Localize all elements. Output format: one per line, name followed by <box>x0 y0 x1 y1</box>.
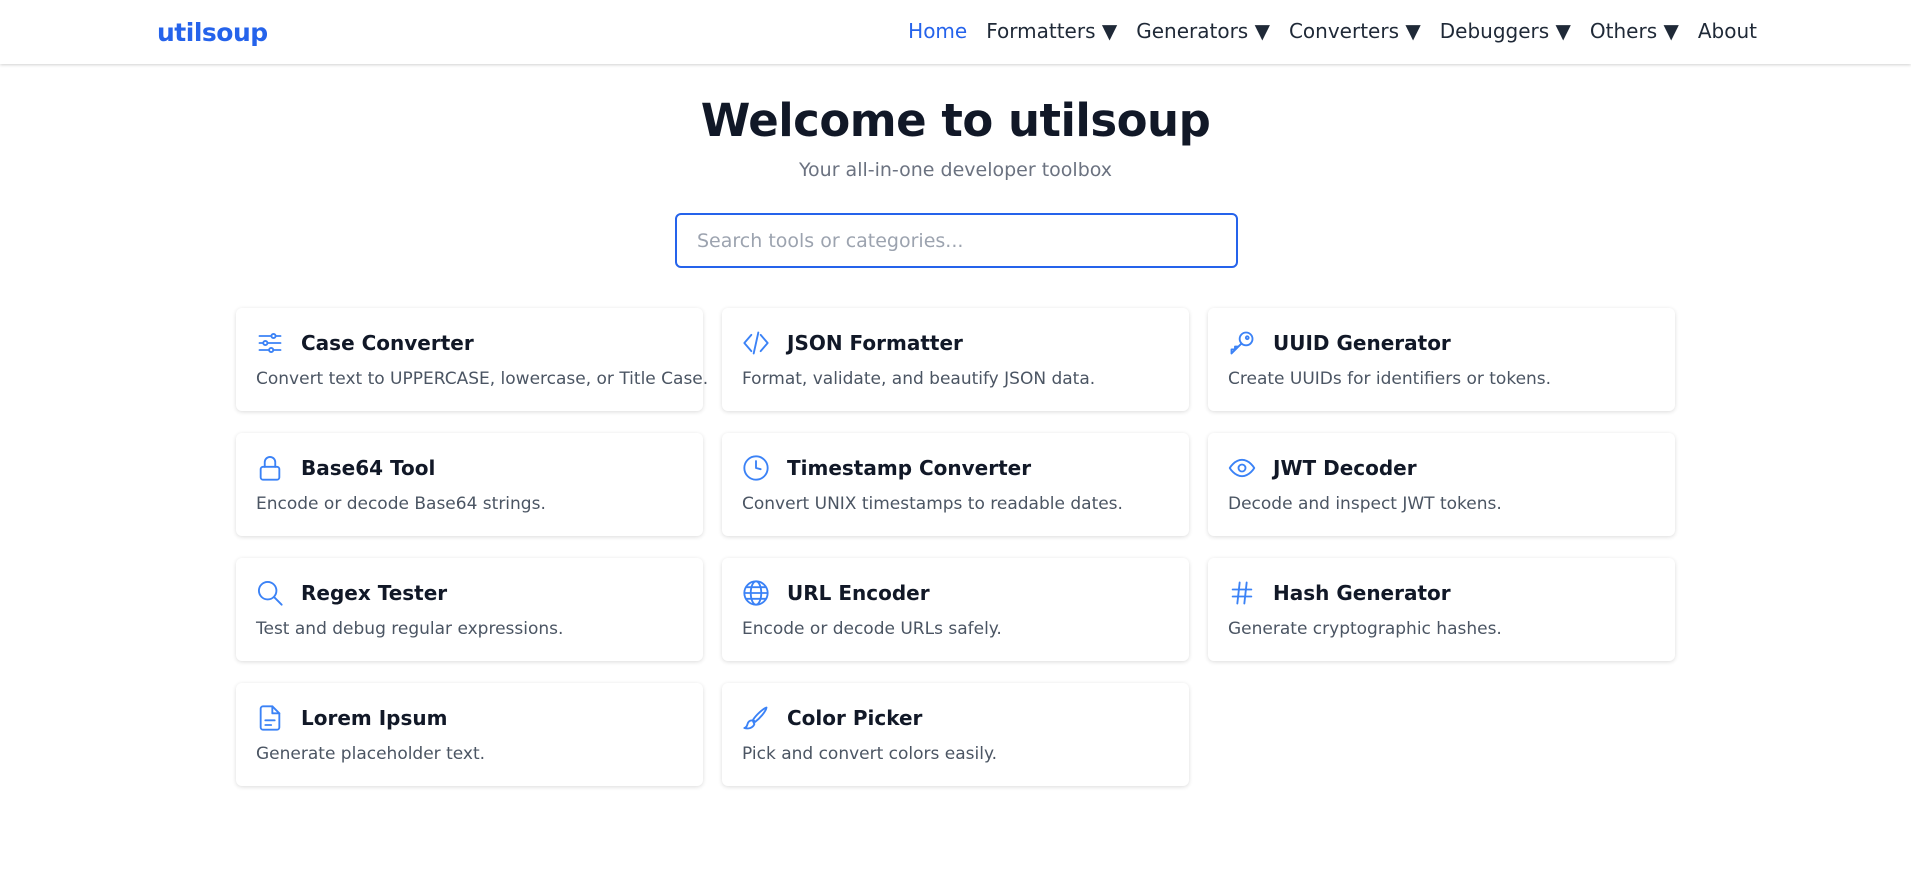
tool-card-hash-generator[interactable]: Hash Generator Generate cryptographic ha… <box>1208 558 1675 661</box>
nav-home[interactable]: Home <box>908 19 967 43</box>
nav-debuggers-dropdown[interactable]: Debuggers ▼ <box>1440 19 1571 43</box>
eye-icon <box>1228 454 1256 482</box>
tool-card-regex-tester[interactable]: Regex Tester Test and debug regular expr… <box>236 558 703 661</box>
tool-card-base64-tool[interactable]: Base64 Tool Encode or decode Base64 stri… <box>236 433 703 536</box>
tool-card-json-formatter[interactable]: JSON Formatter Format, validate, and bea… <box>722 308 1189 411</box>
nav-others-dropdown[interactable]: Others ▼ <box>1590 19 1679 43</box>
nav-generators-dropdown[interactable]: Generators ▼ <box>1136 19 1270 43</box>
lock-icon <box>256 454 284 482</box>
tool-title: Case Converter <box>301 331 474 355</box>
document-icon <box>256 704 284 732</box>
tool-title: Regex Tester <box>301 581 448 605</box>
nav-about[interactable]: About <box>1698 19 1757 43</box>
tool-card-color-picker[interactable]: Color Picker Pick and convert colors eas… <box>722 683 1189 786</box>
page-subtitle: Your all-in-one developer toolbox <box>798 159 1113 181</box>
tool-card-url-encoder[interactable]: URL Encoder Encode or decode URLs safely… <box>722 558 1189 661</box>
globe-icon <box>742 579 770 607</box>
code-icon <box>742 329 770 357</box>
nav-formatters-dropdown[interactable]: Formatters ▼ <box>986 19 1117 43</box>
tool-description: Format, validate, and beautify JSON data… <box>742 369 1096 389</box>
tool-card-timestamp-converter[interactable]: Timestamp Converter Convert UNIX timesta… <box>722 433 1189 536</box>
page-title: Welcome to utilsoup <box>700 94 1211 147</box>
tool-title: Base64 Tool <box>301 456 436 480</box>
tool-title: JSON Formatter <box>787 331 963 355</box>
tool-grid: Case Converter Convert text to UPPERCASE… <box>236 308 1675 786</box>
main-nav: Home Formatters ▼ Generators ▼ Converter… <box>908 19 1757 43</box>
tool-description: Pick and convert colors easily. <box>742 744 998 764</box>
tool-description: Decode and inspect JWT tokens. <box>1228 494 1502 514</box>
tool-title: UUID Generator <box>1273 331 1451 355</box>
tool-title: Color Picker <box>787 706 923 730</box>
search-input[interactable] <box>675 213 1238 268</box>
tool-card-uuid-generator[interactable]: UUID Generator Create UUIDs for identifi… <box>1208 308 1675 411</box>
tool-description: Encode or decode URLs safely. <box>742 619 1002 639</box>
paintbrush-icon <box>742 704 770 732</box>
search-icon <box>256 579 284 607</box>
tool-description: Convert text to UPPERCASE, lowercase, or… <box>256 369 709 389</box>
tool-card-jwt-decoder[interactable]: JWT Decoder Decode and inspect JWT token… <box>1208 433 1675 536</box>
clock-icon <box>742 454 770 482</box>
tool-description: Create UUIDs for identifiers or tokens. <box>1228 369 1552 389</box>
tool-card-lorem-ipsum[interactable]: Lorem Ipsum Generate placeholder text. <box>236 683 703 786</box>
tool-title: Timestamp Converter <box>787 456 1032 480</box>
nav-converters-dropdown[interactable]: Converters ▼ <box>1289 19 1421 43</box>
key-icon <box>1228 329 1256 357</box>
top-navbar: utilsoup Home Formatters ▼ Generators ▼ … <box>0 0 1911 64</box>
site-logo[interactable]: utilsoup <box>157 18 268 47</box>
tool-description: Encode or decode Base64 strings. <box>256 494 546 514</box>
sliders-icon <box>256 329 284 357</box>
tool-description: Generate cryptographic hashes. <box>1228 619 1502 639</box>
tool-description: Generate placeholder text. <box>256 744 486 764</box>
tool-title: JWT Decoder <box>1273 456 1417 480</box>
tool-description: Convert UNIX timestamps to readable date… <box>742 494 1123 514</box>
tool-title: Hash Generator <box>1273 581 1451 605</box>
tool-title: Lorem Ipsum <box>301 706 448 730</box>
tool-title: URL Encoder <box>787 581 930 605</box>
tool-card-case-converter[interactable]: Case Converter Convert text to UPPERCASE… <box>236 308 709 411</box>
tool-description: Test and debug regular expressions. <box>256 619 564 639</box>
hash-icon <box>1228 579 1256 607</box>
